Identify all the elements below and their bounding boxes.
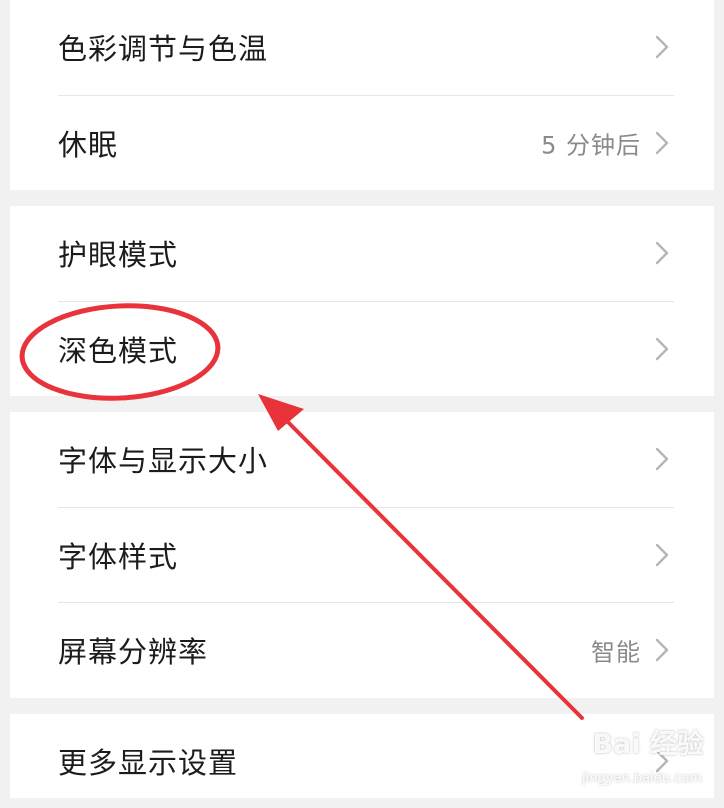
chevron-right-icon [655, 749, 669, 773]
row-label: 深色模式 [58, 334, 179, 368]
settings-item-color-temperature[interactable]: 色彩调节与色温 [10, 0, 714, 94]
chevron-right-icon [655, 241, 669, 265]
settings-item-screen-resolution[interactable]: 屏幕分辨率 智能 [10, 603, 714, 697]
settings-item-font-style[interactable]: 字体样式 [10, 508, 714, 602]
chevron-right-icon [655, 638, 669, 662]
row-label: 屏幕分辨率 [58, 635, 209, 669]
chevron-right-icon [655, 35, 669, 59]
settings-item-font-and-display-size[interactable]: 字体与显示大小 [10, 412, 714, 506]
row-value: 5 分钟后 [541, 131, 641, 160]
settings-item-dark-mode[interactable]: 深色模式 [10, 302, 714, 396]
settings-group-2: 护眼模式 深色模式 [10, 206, 714, 396]
row-label: 休眠 [58, 128, 119, 162]
settings-group-1: 色彩调节与色温 休眠 5 分钟后 [10, 0, 714, 190]
row-value: 智能 [591, 638, 641, 667]
chevron-right-icon [655, 543, 669, 567]
settings-item-sleep[interactable]: 休眠 5 分钟后 [10, 96, 714, 190]
settings-group-3: 字体与显示大小 字体样式 屏幕分辨率 智能 [10, 412, 714, 698]
row-label: 色彩调节与色温 [58, 32, 269, 66]
chevron-right-icon [655, 447, 669, 471]
row-label: 护眼模式 [58, 238, 179, 272]
settings-item-more-display-settings[interactable]: 更多显示设置 [10, 714, 714, 808]
chevron-right-icon [655, 131, 669, 155]
settings-group-4: 更多显示设置 [10, 714, 714, 798]
settings-item-eye-comfort[interactable]: 护眼模式 [10, 206, 714, 300]
row-label: 字体与显示大小 [58, 444, 269, 478]
chevron-right-icon [655, 337, 669, 361]
row-label: 更多显示设置 [58, 746, 239, 780]
row-label: 字体样式 [58, 540, 179, 574]
